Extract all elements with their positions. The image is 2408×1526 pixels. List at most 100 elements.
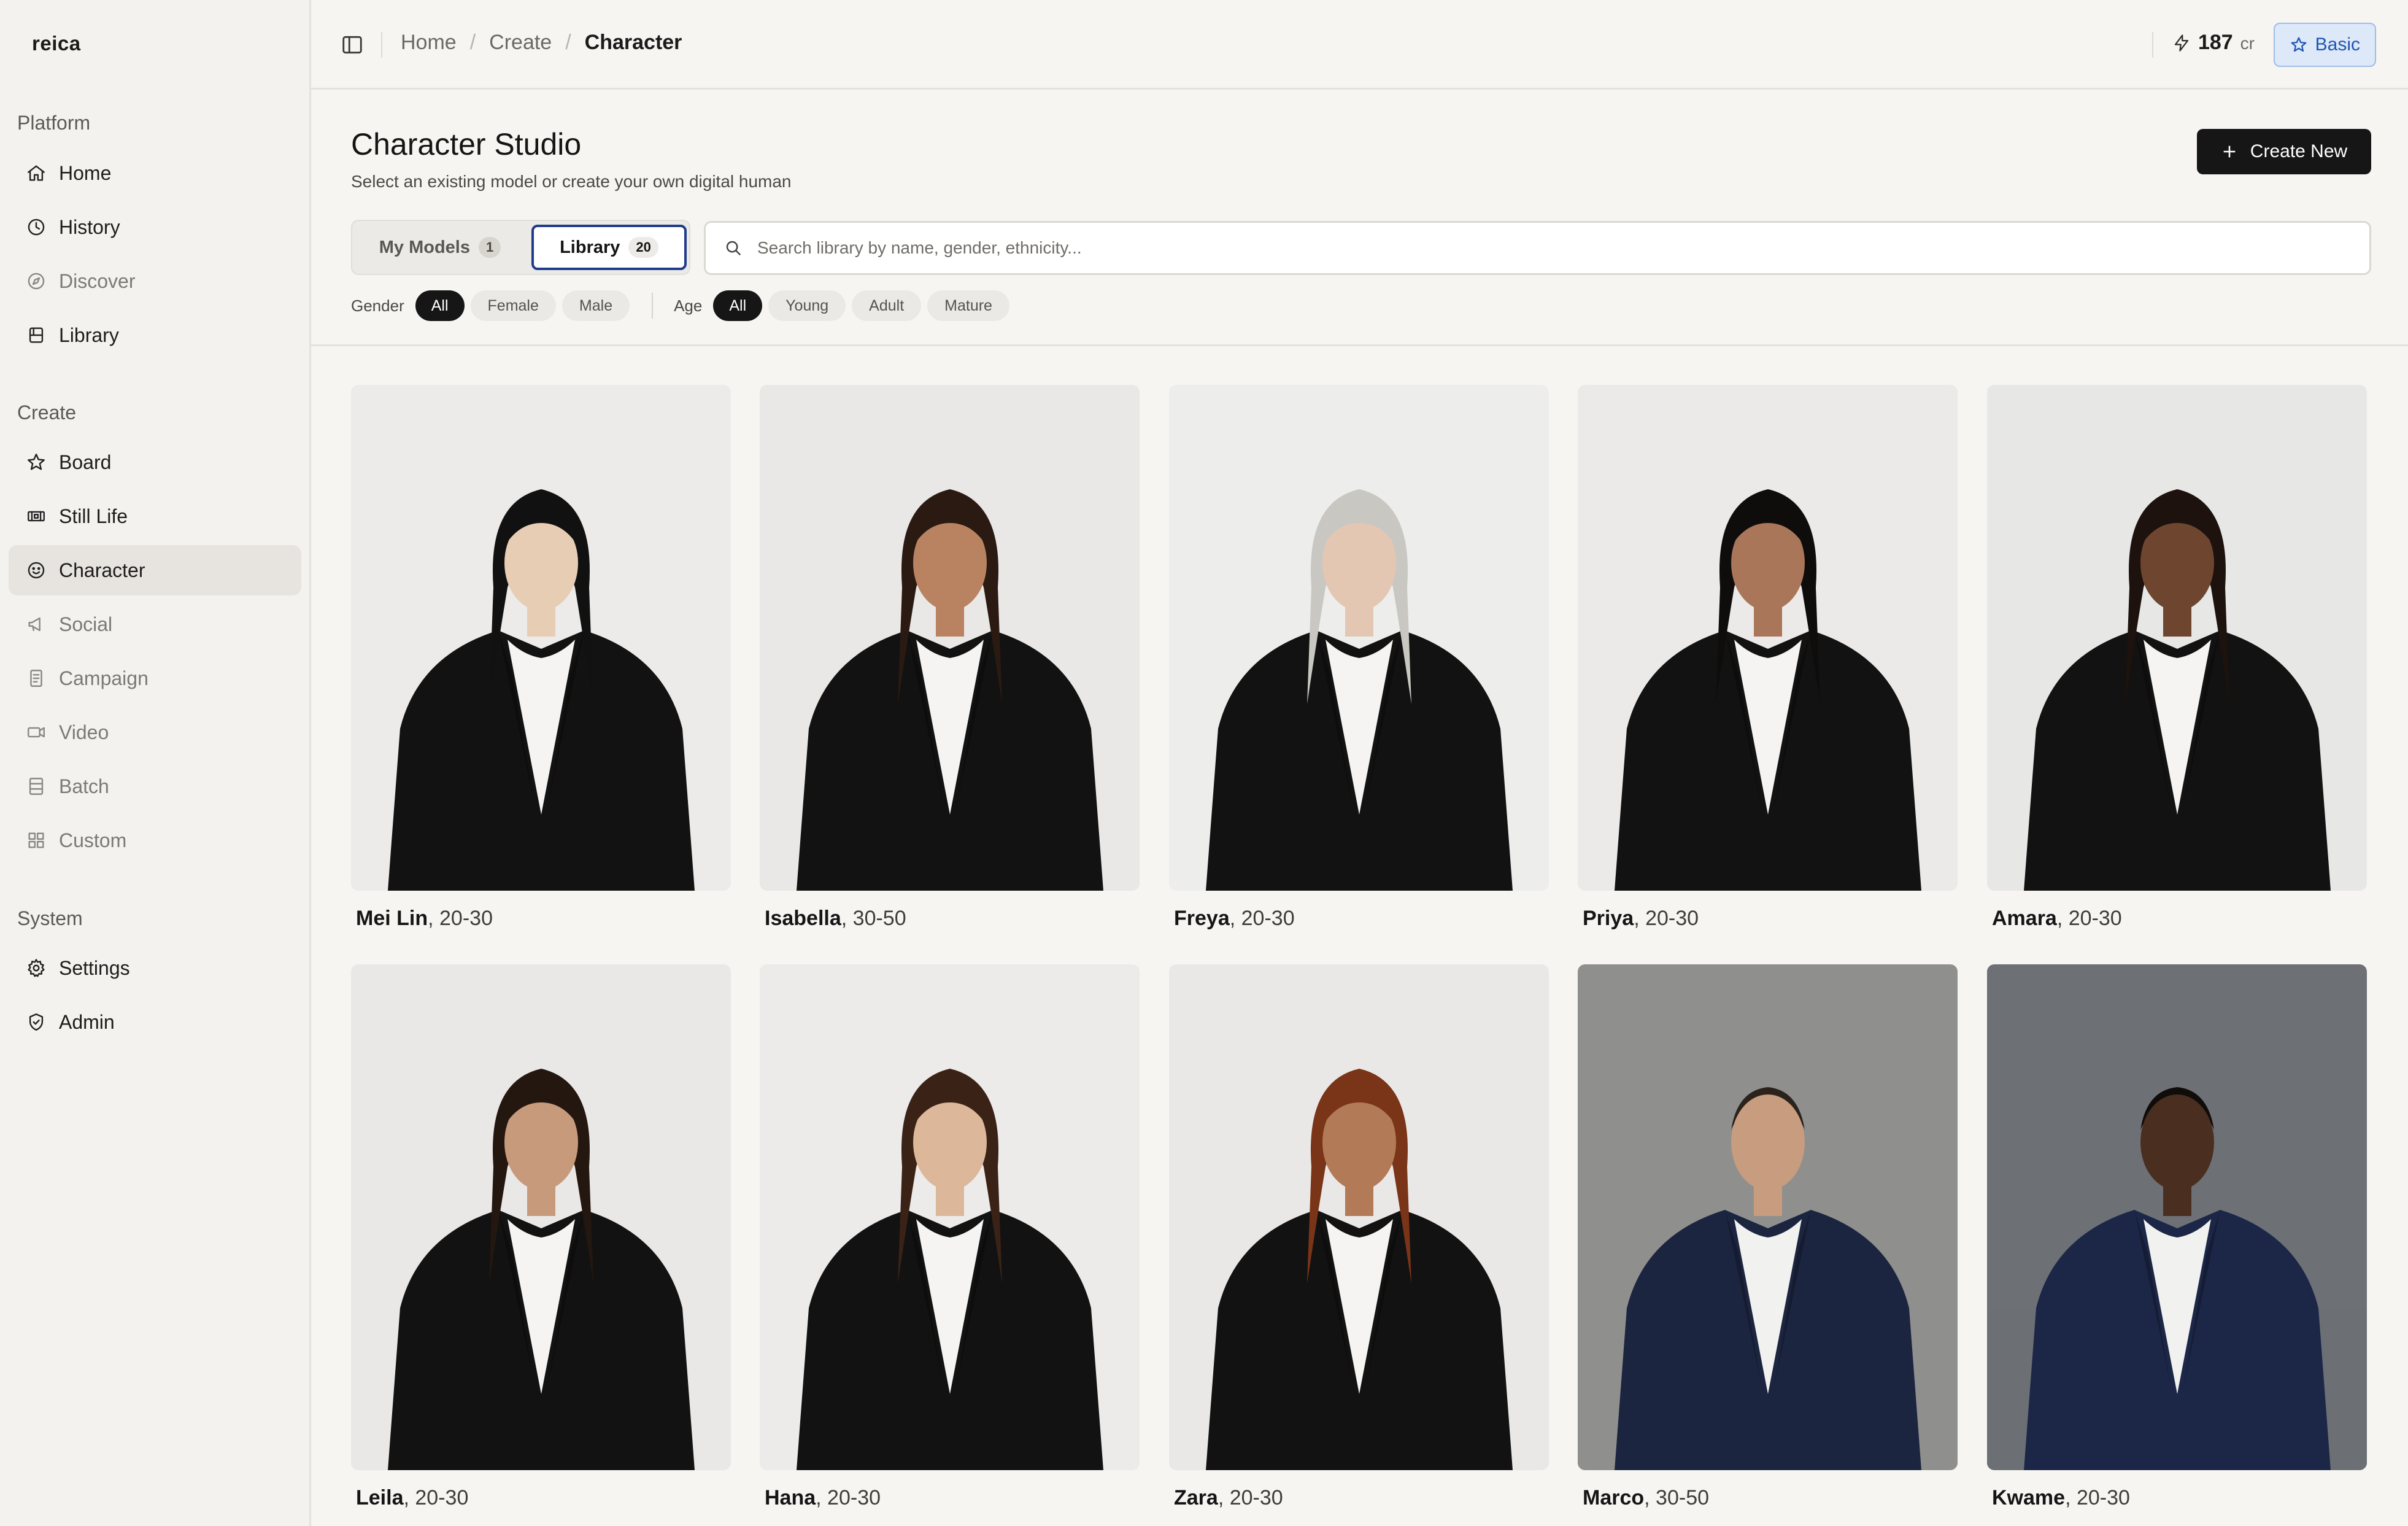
character-name: Amara xyxy=(1992,907,2057,930)
sidebar-item-admin[interactable]: Admin xyxy=(9,997,301,1047)
character-caption: Kwame, 20-30 xyxy=(1992,1486,2130,1509)
age-filter-adult[interactable]: Adult xyxy=(852,290,922,321)
character-card[interactable]: Freya, 20-30 xyxy=(1169,385,1549,931)
sidebar-item-video[interactable]: Video xyxy=(9,707,301,757)
tab-library[interactable]: Library 20 xyxy=(531,225,687,270)
character-caption: Hana, 20-30 xyxy=(765,1486,881,1509)
age-filter-young[interactable]: Young xyxy=(768,290,846,321)
character-age: 20-30 xyxy=(1241,907,1295,930)
tab-label: Library xyxy=(560,237,620,257)
character-card[interactable]: Amara, 20-30 xyxy=(1987,385,2367,931)
sidebar-item-label: Home xyxy=(59,161,112,184)
star-icon xyxy=(2291,37,2307,52)
age-filter-label: Age xyxy=(674,296,703,315)
character-caption: Priya, 20-30 xyxy=(1583,907,1699,930)
tab-count: 20 xyxy=(628,237,658,258)
character-portrait xyxy=(351,385,731,891)
character-caption: Leila, 20-30 xyxy=(356,1486,469,1509)
sidebar-item-label: History xyxy=(59,215,120,238)
character-card[interactable]: Leila, 20-30 xyxy=(351,964,731,1510)
compass-icon xyxy=(28,273,45,290)
character-name: Zara xyxy=(1174,1486,1218,1509)
plan-badge[interactable]: Basic xyxy=(2273,23,2376,67)
character-portrait xyxy=(351,964,731,1470)
divider xyxy=(381,32,382,58)
character-age: 20-30 xyxy=(439,907,493,930)
sidebar-item-character[interactable]: Character xyxy=(9,545,301,595)
sidebar-item-label: Campaign xyxy=(59,667,149,689)
character-caption: Zara, 20-30 xyxy=(1174,1486,1283,1509)
character-portrait xyxy=(1987,385,2367,891)
character-portrait xyxy=(1169,385,1549,891)
page-subtitle: Select an existing model or create your … xyxy=(351,172,792,191)
character-card[interactable]: Kwame, 20-30 xyxy=(1987,964,2367,1510)
sidebar-item-home[interactable]: Home xyxy=(9,148,301,198)
character-portrait xyxy=(1578,385,1958,891)
character-caption: Amara, 20-30 xyxy=(1992,907,2122,930)
character-age: 20-30 xyxy=(1645,907,1699,930)
character-portrait xyxy=(1987,964,2367,1470)
character-card[interactable]: Zara, 20-30 xyxy=(1169,964,1549,1510)
sidebar-item-label: Video xyxy=(59,721,109,743)
sidebar-item-campaign[interactable]: Campaign xyxy=(9,653,301,703)
sidebar-item-label: Settings xyxy=(59,956,130,979)
sidebar-item-custom[interactable]: Custom xyxy=(9,815,301,866)
create-new-button[interactable]: Create New xyxy=(2197,129,2371,174)
sidebar-item-library[interactable]: Library xyxy=(9,310,301,360)
gender-filter-label: Gender xyxy=(351,296,404,315)
character-caption: Isabella, 30-50 xyxy=(765,907,906,930)
sidebar-item-label: Library xyxy=(59,323,119,346)
character-name: Mei Lin xyxy=(356,907,428,930)
character-card[interactable]: Isabella, 30-50 xyxy=(760,385,1140,931)
character-name: Isabella xyxy=(765,907,841,930)
sidebar-item-label: Board xyxy=(59,451,112,473)
character-caption: Freya, 20-30 xyxy=(1174,907,1295,930)
tab-label: My Models xyxy=(379,237,470,257)
sidebar-item-board[interactable]: Board xyxy=(9,437,301,487)
sidebar: reica Platform Home History Discover Library… xyxy=(0,0,311,1526)
sidebar-item-still-life[interactable]: Still Life xyxy=(9,491,301,541)
search-box xyxy=(704,221,2371,275)
search-input[interactable] xyxy=(757,238,2369,258)
sidebar-item-discover[interactable]: Discover xyxy=(9,256,301,306)
tab-my-models[interactable]: My Models 1 xyxy=(357,225,523,270)
character-portrait xyxy=(1578,964,1958,1470)
sidebar-item-label: Social xyxy=(59,613,113,635)
breadcrumb-home[interactable]: Home xyxy=(401,31,457,55)
gender-filter-male[interactable]: Male xyxy=(561,290,630,321)
sidebar-item-batch[interactable]: Batch xyxy=(9,761,301,811)
credits-unit: cr xyxy=(2240,34,2255,53)
megaphone-icon xyxy=(28,617,41,632)
sidebar-item-label: Admin xyxy=(59,1010,115,1033)
top-bar: Home / Create / Character 187 cr Basic xyxy=(311,0,2408,90)
sidebar-section-title: Platform xyxy=(17,112,91,134)
character-card[interactable]: Mei Lin, 20-30 xyxy=(351,385,731,931)
gender-filter-all[interactable]: All xyxy=(415,290,465,321)
age-filter-mature[interactable]: Mature xyxy=(927,290,1009,321)
shield-icon xyxy=(29,1013,44,1031)
character-name: Marco xyxy=(1583,1486,1645,1509)
gender-filter-female[interactable]: Female xyxy=(470,290,556,321)
page-title: Character Studio xyxy=(351,127,582,161)
sidebar-item-social[interactable]: Social xyxy=(9,599,301,649)
character-portrait xyxy=(1169,964,1549,1470)
app-logo[interactable]: reica xyxy=(32,32,81,55)
document-icon xyxy=(30,670,42,687)
character-card[interactable]: Marco, 30-50 xyxy=(1578,964,1958,1510)
sidebar-toggle-icon[interactable] xyxy=(341,33,364,56)
character-age: 30-50 xyxy=(852,907,906,930)
home-icon xyxy=(28,165,45,181)
search-icon xyxy=(726,241,741,256)
character-card[interactable]: Priya, 20-30 xyxy=(1578,385,1958,931)
character-card[interactable]: Hana, 20-30 xyxy=(760,964,1140,1510)
plan-label: Basic xyxy=(2315,34,2360,55)
age-filter-all[interactable]: All xyxy=(713,290,763,321)
smile-icon xyxy=(28,562,45,579)
sidebar-item-settings[interactable]: Settings xyxy=(9,943,301,993)
character-age: 20-30 xyxy=(1229,1486,1283,1509)
character-portrait xyxy=(760,385,1140,891)
breadcrumb-separator: / xyxy=(565,31,571,54)
breadcrumb-create[interactable]: Create xyxy=(489,31,552,55)
lightning-icon xyxy=(2174,34,2189,52)
sidebar-item-history[interactable]: History xyxy=(9,202,301,252)
